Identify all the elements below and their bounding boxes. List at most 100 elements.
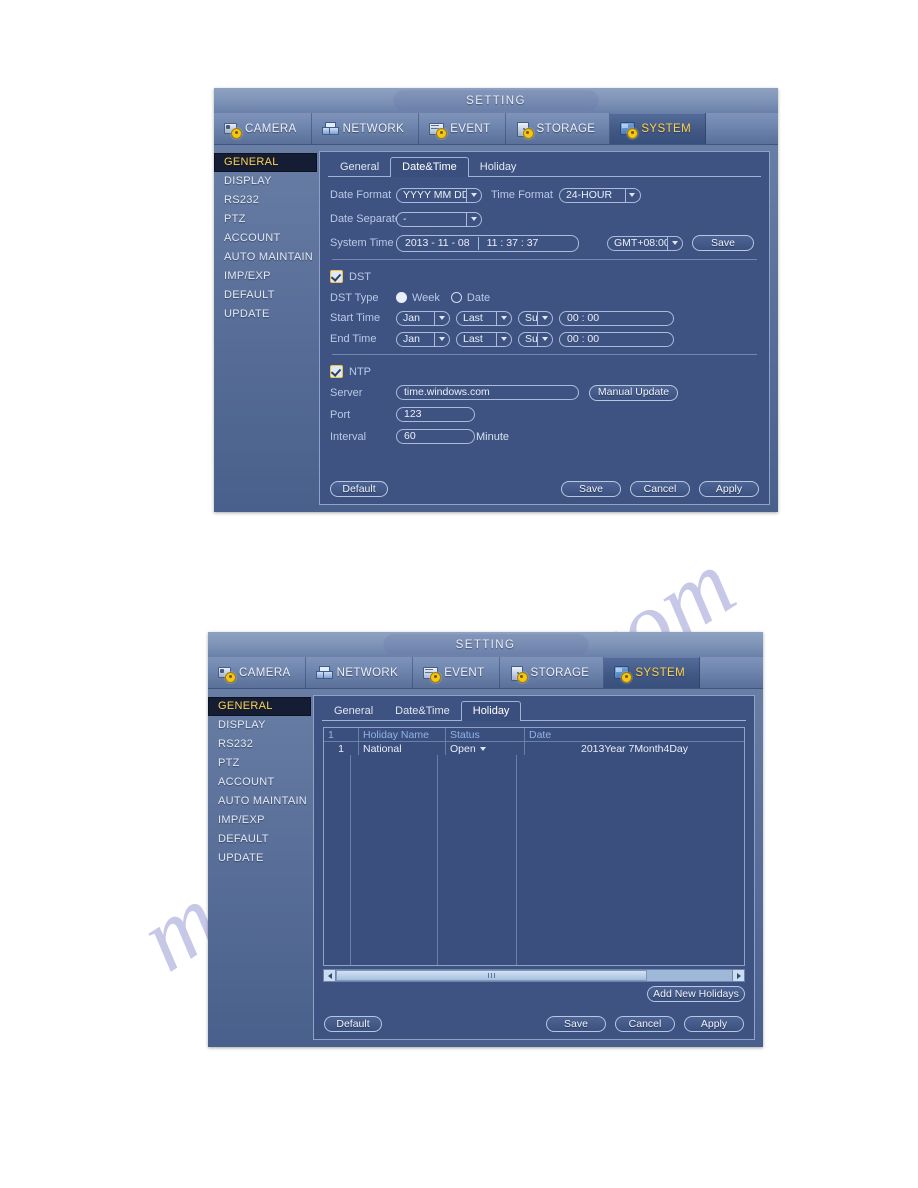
scrollbar-track[interactable]	[647, 970, 732, 981]
date-separator-label: Date Separator	[330, 213, 405, 225]
add-new-holidays-button[interactable]: Add New Holidays	[647, 986, 745, 1002]
sidebar-item-imp-exp[interactable]: IMP/EXP	[214, 267, 317, 286]
chevron-down-icon	[479, 746, 486, 751]
end-month-select[interactable]: Jan	[396, 331, 450, 347]
tab-storage[interactable]: STORAGE	[500, 657, 605, 688]
end-day-value: Su	[525, 332, 537, 345]
subtab-date-time[interactable]: Date&Time	[384, 702, 461, 720]
horizontal-scrollbar[interactable]	[323, 969, 745, 982]
column-header-index: 1	[324, 728, 359, 742]
footer-actions: Save Cancel Apply	[561, 481, 759, 497]
sub-tab-bar: General Date&Time Holiday	[314, 700, 754, 721]
system-icon	[620, 121, 639, 139]
sidebar-item-imp-exp[interactable]: IMP/EXP	[208, 811, 311, 830]
sidebar-item-update[interactable]: UPDATE	[208, 849, 311, 868]
save-time-button[interactable]: Save	[692, 235, 754, 251]
date-separator-select[interactable]: -	[396, 211, 482, 227]
scroll-left-arrow-icon[interactable]	[324, 970, 336, 981]
sidebar-menu: GENERAL DISPLAY RS232 PTZ ACCOUNT AUTO M…	[208, 689, 311, 1048]
interval-unit-label: Minute	[476, 430, 510, 443]
row-start-time: Start Time Jan Last Su 00 : 00	[330, 309, 759, 327]
sidebar-item-default[interactable]: DEFAULT	[208, 830, 311, 849]
port-input[interactable]: 123	[396, 407, 475, 422]
tab-label: STORAGE	[536, 122, 596, 135]
interval-label: Interval	[330, 430, 367, 443]
chevron-down-icon	[624, 188, 639, 202]
sidebar-item-account[interactable]: ACCOUNT	[208, 773, 311, 792]
sidebar-item-default[interactable]: DEFAULT	[214, 286, 317, 305]
cancel-button[interactable]: Cancel	[630, 481, 690, 497]
sidebar-item-update[interactable]: UPDATE	[214, 305, 317, 324]
tab-system[interactable]: SYSTEM	[604, 657, 701, 688]
dialog-body: GENERAL DISPLAY RS232 PTZ ACCOUNT AUTO M…	[214, 145, 778, 513]
tab-event[interactable]: EVENT	[413, 657, 500, 688]
time-format-value: 24-HOUR	[565, 188, 613, 201]
save-button[interactable]: Save	[561, 481, 621, 497]
ntp-checkbox[interactable]	[330, 365, 343, 378]
tab-network[interactable]: NETWORK	[306, 657, 414, 688]
tab-label: EVENT	[444, 666, 485, 679]
cell-status-dropdown[interactable]: Open	[445, 741, 525, 755]
start-week-select[interactable]: Last	[456, 310, 512, 326]
apply-button[interactable]: Apply	[684, 1016, 744, 1032]
subtab-divider	[322, 720, 746, 721]
dst-type-date-radio[interactable]	[450, 292, 462, 303]
sidebar-item-display[interactable]: DISPLAY	[208, 716, 311, 735]
apply-button[interactable]: Apply	[699, 481, 759, 497]
network-icon	[321, 121, 339, 136]
end-day-select[interactable]: Su	[518, 331, 553, 347]
save-button[interactable]: Save	[546, 1016, 606, 1032]
time-format-select[interactable]: 24-HOUR	[558, 187, 641, 203]
dst-type-week-radio[interactable]	[396, 292, 407, 303]
sidebar-item-rs232[interactable]: RS232	[208, 735, 311, 754]
start-day-select[interactable]: Su	[518, 310, 553, 326]
manual-update-button[interactable]: Manual Update	[589, 384, 678, 401]
timezone-select[interactable]: GMT+08:00	[607, 235, 683, 251]
sidebar-item-general[interactable]: GENERAL	[208, 697, 311, 716]
system-time-input[interactable]: 2013 - 11 - 08 11 : 37 : 37	[396, 234, 579, 252]
interval-input[interactable]: 60	[396, 429, 475, 444]
tab-camera[interactable]: CAMERA	[214, 113, 312, 144]
date-format-select[interactable]: YYYY MM DD	[396, 187, 482, 203]
setting-dialog-holiday: SETTING CAMERA NETWORK EVENT STORAGE SYS…	[208, 632, 763, 1047]
table-row[interactable]: 1 National Open 2013Year 7Month4Day	[324, 741, 744, 755]
subtab-general[interactable]: General	[329, 158, 390, 176]
subtab-general[interactable]: General	[323, 702, 384, 720]
empty-col-date	[517, 755, 744, 965]
scroll-right-arrow-icon[interactable]	[732, 970, 744, 981]
cell-status-value: Open	[450, 742, 476, 755]
sidebar-item-ptz[interactable]: PTZ	[208, 754, 311, 773]
server-input[interactable]: time.windows.com	[396, 385, 579, 400]
subtab-date-time[interactable]: Date&Time	[390, 157, 469, 177]
default-button[interactable]: Default	[324, 1016, 382, 1032]
dst-checkbox[interactable]	[330, 270, 343, 283]
sidebar-item-ptz[interactable]: PTZ	[214, 210, 317, 229]
start-clock-input[interactable]: 00 : 00	[559, 310, 674, 326]
subtab-holiday[interactable]: Holiday	[460, 701, 522, 721]
ntp-label: NTP	[349, 365, 371, 378]
cancel-button[interactable]: Cancel	[615, 1016, 675, 1032]
sidebar-item-general[interactable]: GENERAL	[214, 153, 317, 172]
subtab-holiday[interactable]: Holiday	[469, 158, 528, 176]
tab-system[interactable]: SYSTEM	[610, 113, 707, 144]
tab-event[interactable]: EVENT	[419, 113, 506, 144]
sidebar-item-rs232[interactable]: RS232	[214, 191, 317, 210]
cell-name: National	[358, 741, 446, 755]
timezone-value: GMT+08:00	[614, 236, 667, 249]
date-separator-value: -	[403, 212, 407, 225]
sidebar-item-auto-maintain[interactable]: AUTO MAINTAIN	[214, 248, 317, 267]
sidebar-item-auto-maintain[interactable]: AUTO MAINTAIN	[208, 792, 311, 811]
tab-storage[interactable]: STORAGE	[506, 113, 611, 144]
sidebar-menu: GENERAL DISPLAY RS232 PTZ ACCOUNT AUTO M…	[214, 145, 317, 513]
default-button[interactable]: Default	[330, 481, 388, 497]
end-week-select[interactable]: Last	[456, 331, 512, 347]
tab-network[interactable]: NETWORK	[312, 113, 420, 144]
event-icon	[429, 122, 448, 139]
end-clock-input[interactable]: 00 : 00	[559, 331, 674, 347]
start-month-select[interactable]: Jan	[396, 310, 450, 326]
storage-icon	[516, 121, 534, 139]
sidebar-item-display[interactable]: DISPLAY	[214, 172, 317, 191]
scrollbar-thumb[interactable]	[336, 970, 647, 981]
tab-camera[interactable]: CAMERA	[208, 657, 306, 688]
sidebar-item-account[interactable]: ACCOUNT	[214, 229, 317, 248]
